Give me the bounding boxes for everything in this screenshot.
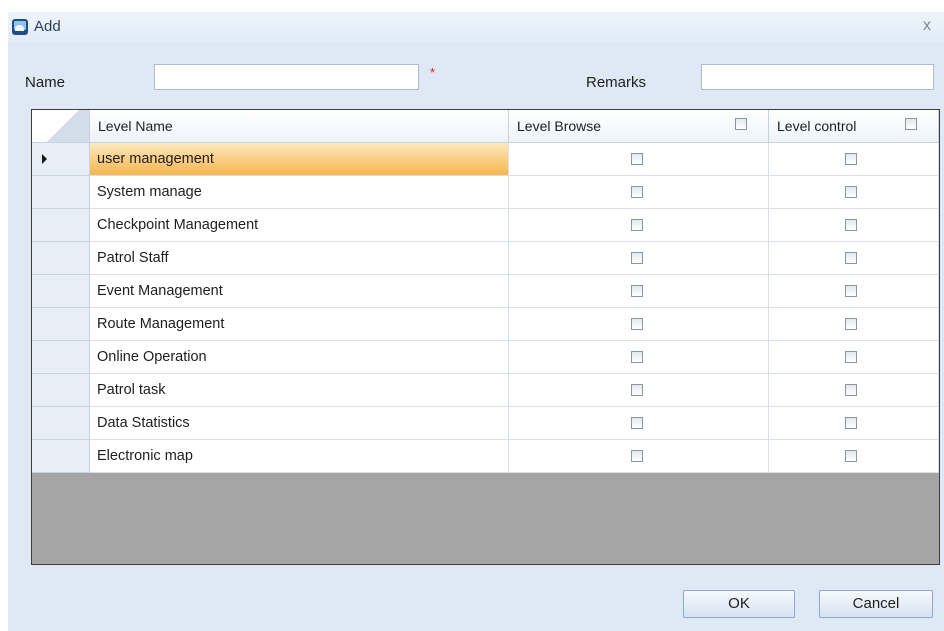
level-name-cell[interactable]: System manage <box>90 176 509 209</box>
grid-header: Level Name Level Browse Level control <box>32 110 939 143</box>
row-selector[interactable] <box>32 308 90 341</box>
table-row[interactable]: Patrol Staff <box>32 242 939 275</box>
level-browse-checkbox[interactable] <box>631 153 643 165</box>
level-control-cell <box>769 308 939 341</box>
table-row[interactable]: Patrol task <box>32 374 939 407</box>
row-selector[interactable] <box>32 242 90 275</box>
level-control-checkbox[interactable] <box>845 186 857 198</box>
level-browse-cell <box>509 341 769 374</box>
row-selector[interactable] <box>32 143 90 176</box>
level-browse-cell <box>509 374 769 407</box>
level-name-cell[interactable]: Checkpoint Management <box>90 209 509 242</box>
level-name-cell[interactable]: Route Management <box>90 308 509 341</box>
level-control-cell <box>769 143 939 176</box>
level-browse-checkbox[interactable] <box>631 351 643 363</box>
level-name-cell[interactable]: Event Management <box>90 275 509 308</box>
level-control-cell <box>769 407 939 440</box>
level-control-checkbox[interactable] <box>845 351 857 363</box>
level-control-cell <box>769 242 939 275</box>
name-label: Name <box>25 74 66 91</box>
level-control-checkbox[interactable] <box>845 318 857 330</box>
table-row[interactable]: Online Operation <box>32 341 939 374</box>
level-name-cell[interactable]: user management <box>90 143 509 176</box>
close-icon[interactable]: x <box>918 16 936 36</box>
level-control-cell <box>769 440 939 473</box>
level-browse-cell <box>509 209 769 242</box>
table-row[interactable]: user management <box>32 143 939 176</box>
grid-rows: user management System manage Checkpoint… <box>32 143 939 473</box>
add-dialog: Add x Name * Remarks Level Name Level Br… <box>8 12 944 631</box>
current-row-arrow-icon <box>42 154 47 164</box>
select-all-browse-checkbox[interactable] <box>735 118 747 130</box>
level-grid: Level Name Level Browse Level control us… <box>31 109 940 565</box>
column-header-level-browse[interactable]: Level Browse <box>509 110 769 142</box>
level-control-checkbox[interactable] <box>845 153 857 165</box>
level-control-cell <box>769 176 939 209</box>
column-label: Level Browse <box>517 118 602 134</box>
row-selector[interactable] <box>32 407 90 440</box>
column-header-level-control[interactable]: Level control <box>769 110 939 142</box>
table-row[interactable]: Event Management <box>32 275 939 308</box>
dialog-title: Add <box>34 18 61 35</box>
level-browse-checkbox[interactable] <box>631 417 643 429</box>
level-browse-checkbox[interactable] <box>631 285 643 297</box>
remarks-label: Remarks <box>586 74 647 91</box>
level-control-checkbox[interactable] <box>845 417 857 429</box>
level-name-cell[interactable]: Online Operation <box>90 341 509 374</box>
level-browse-checkbox[interactable] <box>631 384 643 396</box>
cancel-button[interactable]: Cancel <box>819 590 933 618</box>
remarks-input[interactable] <box>701 64 934 90</box>
level-name-cell[interactable]: Patrol Staff <box>90 242 509 275</box>
table-row[interactable]: Electronic map <box>32 440 939 473</box>
level-control-checkbox[interactable] <box>845 285 857 297</box>
table-row[interactable]: Data Statistics <box>32 407 939 440</box>
level-browse-checkbox[interactable] <box>631 450 643 462</box>
ok-button[interactable]: OK <box>683 590 795 618</box>
table-row[interactable]: Route Management <box>32 308 939 341</box>
level-browse-cell <box>509 242 769 275</box>
level-browse-cell <box>509 440 769 473</box>
column-label: Level control <box>777 118 857 134</box>
level-browse-cell <box>509 308 769 341</box>
level-name-cell[interactable]: Patrol task <box>90 374 509 407</box>
level-control-checkbox[interactable] <box>845 384 857 396</box>
level-browse-cell <box>509 407 769 440</box>
level-browse-cell <box>509 176 769 209</box>
app-window-icon <box>12 19 28 35</box>
level-browse-cell <box>509 275 769 308</box>
level-control-cell <box>769 209 939 242</box>
level-name-cell[interactable]: Data Statistics <box>90 407 509 440</box>
table-row[interactable]: System manage <box>32 176 939 209</box>
row-selector[interactable] <box>32 374 90 407</box>
row-selector[interactable] <box>32 440 90 473</box>
level-control-cell <box>769 341 939 374</box>
level-control-checkbox[interactable] <box>845 219 857 231</box>
grid-corner-cell[interactable] <box>32 110 90 142</box>
title-bar: Add x <box>8 12 944 42</box>
level-name-cell[interactable]: Electronic map <box>90 440 509 473</box>
level-browse-checkbox[interactable] <box>631 252 643 264</box>
name-input[interactable] <box>154 64 419 90</box>
level-control-cell <box>769 275 939 308</box>
level-browse-checkbox[interactable] <box>631 219 643 231</box>
level-browse-checkbox[interactable] <box>631 186 643 198</box>
level-control-checkbox[interactable] <box>845 252 857 264</box>
select-all-control-checkbox[interactable] <box>905 118 917 130</box>
level-control-checkbox[interactable] <box>845 450 857 462</box>
required-mark: * <box>430 65 436 80</box>
level-control-cell <box>769 374 939 407</box>
table-row[interactable]: Checkpoint Management <box>32 209 939 242</box>
row-selector[interactable] <box>32 176 90 209</box>
row-selector[interactable] <box>32 341 90 374</box>
level-browse-cell <box>509 143 769 176</box>
level-browse-checkbox[interactable] <box>631 318 643 330</box>
column-header-level-name[interactable]: Level Name <box>90 110 509 142</box>
row-selector[interactable] <box>32 275 90 308</box>
row-selector[interactable] <box>32 209 90 242</box>
column-label: Level Name <box>98 118 173 134</box>
